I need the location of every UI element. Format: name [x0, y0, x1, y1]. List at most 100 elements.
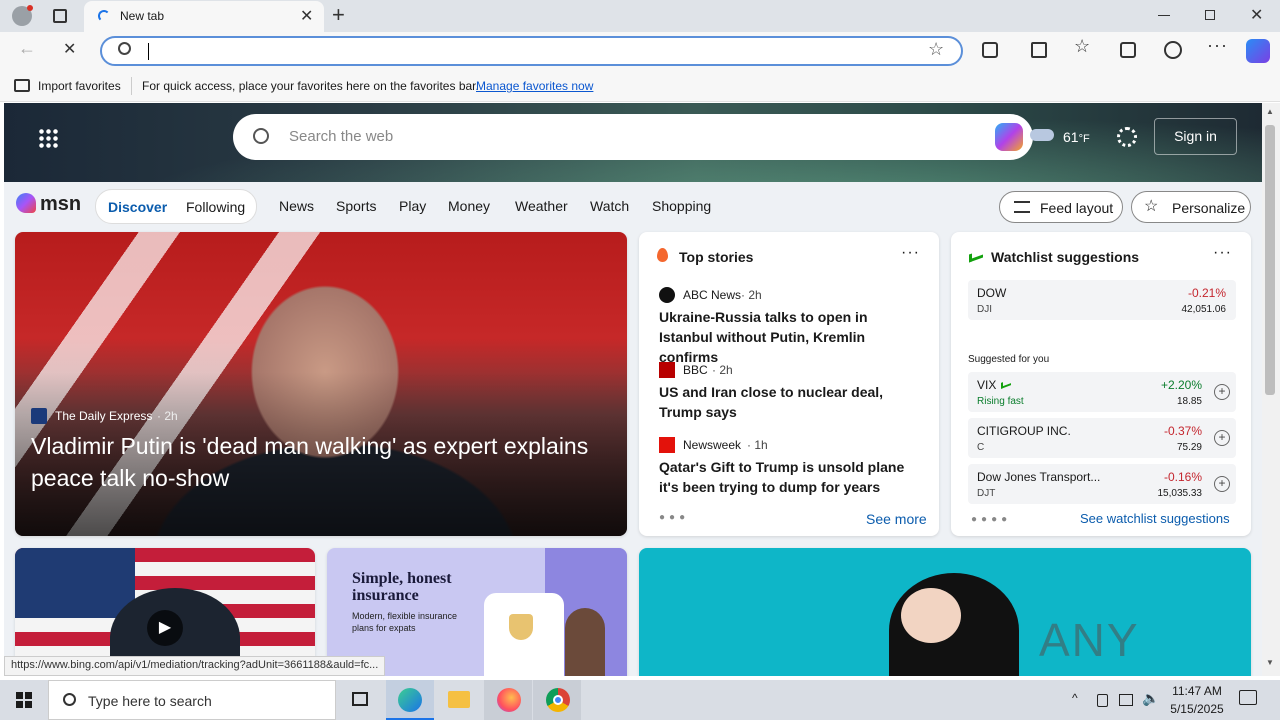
- manage-favorites-link[interactable]: Manage favorites now: [476, 79, 593, 93]
- stock-name: CITIGROUP INC.: [977, 424, 1071, 438]
- scroll-down-icon[interactable]: ▼: [1266, 658, 1274, 667]
- butterfly-icon: [16, 193, 36, 213]
- temperature-value: 61: [1063, 129, 1079, 145]
- stock-symbol: C: [977, 442, 985, 453]
- hero-source: The Daily Express: [55, 409, 153, 423]
- settings-icon[interactable]: [1117, 127, 1137, 147]
- sign-in-button[interactable]: Sign in: [1154, 118, 1237, 155]
- nav-weather[interactable]: Weather: [515, 198, 568, 214]
- add-to-watchlist-icon[interactable]: +: [1214, 384, 1230, 400]
- firefox-icon[interactable]: [484, 680, 532, 720]
- search-icon: [63, 693, 76, 706]
- see-watchlist-link[interactable]: See watchlist suggestions: [1080, 511, 1230, 526]
- tray-chevron-icon[interactable]: ^: [1072, 691, 1078, 705]
- favorites-bar: Import favorites For quick access, place…: [0, 70, 1280, 102]
- tab-new-tab[interactable]: New tab ✕: [84, 1, 324, 32]
- clock-time[interactable]: 11:47 AM: [1171, 684, 1223, 698]
- taskbar-search[interactable]: Type here to search: [48, 680, 336, 720]
- scroll-up-icon[interactable]: ▲: [1266, 107, 1274, 116]
- windows-icon: [16, 692, 32, 708]
- more-options-icon[interactable]: ···: [901, 244, 920, 262]
- profile-icon[interactable]: [12, 5, 33, 26]
- extensions-icon[interactable]: [982, 42, 998, 58]
- carousel-dots[interactable]: ●●●●: [971, 514, 1011, 525]
- stock-row-citigroup[interactable]: CITIGROUP INC. C -0.37% 75.29 +: [968, 418, 1236, 458]
- stock-value: 15,035.33: [1157, 488, 1203, 499]
- carousel-dots[interactable]: ●●●: [659, 512, 689, 523]
- hero-age: · 2h: [157, 409, 178, 423]
- temperature-unit: °F: [1078, 133, 1090, 145]
- story-headline[interactable]: US and Iran close to nuclear deal, Trump…: [659, 382, 921, 422]
- tab-following[interactable]: Following: [186, 199, 245, 215]
- tab-discover[interactable]: Discover: [108, 199, 167, 215]
- taskbar-search-placeholder: Type here to search: [88, 693, 212, 709]
- copilot-icon[interactable]: [1246, 39, 1270, 63]
- close-tab-icon[interactable]: ✕: [300, 6, 313, 26]
- nav-shopping[interactable]: Shopping: [652, 198, 711, 214]
- new-tab-icon[interactable]: +: [332, 2, 345, 28]
- more-icon[interactable]: ···: [1207, 35, 1228, 56]
- volume-icon[interactable]: 🔈: [1142, 690, 1159, 707]
- edge-taskbar-icon[interactable]: [386, 680, 434, 720]
- address-bar[interactable]: ☆: [100, 36, 963, 66]
- stock-row-vix[interactable]: VIX Rising fast +2.20% 18.85 +: [968, 372, 1236, 412]
- tray-device-icon[interactable]: [1097, 694, 1108, 707]
- tab-actions-icon[interactable]: [53, 9, 67, 23]
- person-figure: [565, 608, 605, 676]
- clock-date[interactable]: 5/15/2025: [1166, 702, 1228, 716]
- feed-layout-button[interactable]: Feed layout: [999, 191, 1123, 223]
- temperature[interactable]: 61°F: [1063, 129, 1090, 145]
- msn-logo[interactable]: msn: [16, 191, 86, 219]
- copilot-search-icon[interactable]: [995, 123, 1023, 151]
- task-view-icon[interactable]: [336, 680, 384, 720]
- add-to-watchlist-icon[interactable]: +: [1214, 430, 1230, 446]
- stock-change: -0.21%: [1187, 286, 1226, 300]
- story-headline[interactable]: Qatar's Gift to Trump is unsold plane it…: [659, 457, 921, 497]
- address-input[interactable]: [148, 43, 149, 60]
- favorite-star-icon[interactable]: ☆: [928, 39, 944, 60]
- ad-title: Simple, honest insurance: [352, 570, 452, 604]
- stock-row-dow[interactable]: DOW DJI -0.21% 42,051.06: [968, 280, 1236, 320]
- stop-loading-icon[interactable]: ✕: [63, 39, 76, 59]
- file-explorer-icon[interactable]: [435, 680, 483, 720]
- personalize-button[interactable]: ☆ Personalize: [1131, 191, 1251, 223]
- browser-essentials-icon[interactable]: [1164, 41, 1182, 59]
- nav-money[interactable]: Money: [448, 198, 490, 214]
- illustration-card[interactable]: ANY RUN: [639, 548, 1251, 676]
- stock-name: DOW: [977, 286, 1007, 300]
- play-button[interactable]: ▶: [147, 610, 183, 646]
- close-window-icon[interactable]: ✕: [1250, 5, 1263, 25]
- split-screen-icon[interactable]: [1031, 42, 1047, 58]
- page-scrollbar-track[interactable]: ▲ ▼: [1262, 103, 1280, 676]
- nav-watch[interactable]: Watch: [590, 198, 629, 214]
- notifications-icon[interactable]: [1239, 690, 1257, 705]
- minimize-icon[interactable]: [1158, 15, 1170, 16]
- msn-page: Search the web 61°F Sign in msn Discover…: [4, 103, 1262, 676]
- see-more-link[interactable]: See more: [866, 511, 927, 527]
- chrome-icon[interactable]: [533, 680, 581, 720]
- nav-news[interactable]: News: [279, 198, 314, 214]
- add-to-watchlist-icon[interactable]: +: [1214, 476, 1230, 492]
- nav-sports[interactable]: Sports: [336, 198, 376, 214]
- stock-value: 75.29: [1176, 442, 1202, 453]
- web-search-box[interactable]: Search the web: [233, 114, 1033, 160]
- stock-row-djt[interactable]: Dow Jones Transport... DJT -0.16% 15,035…: [968, 464, 1236, 504]
- story-headline[interactable]: Ukraine-Russia talks to open in Istanbul…: [659, 307, 921, 367]
- scrollbar-thumb[interactable]: [1265, 125, 1275, 395]
- hero-headline[interactable]: Vladimir Putin is 'dead man walking' as …: [31, 430, 591, 494]
- more-options-icon[interactable]: ···: [1213, 244, 1232, 262]
- story-age: · 2h: [741, 288, 762, 302]
- illustration-face: [901, 588, 961, 643]
- back-icon[interactable]: ←: [18, 38, 36, 59]
- favorites-icon[interactable]: ☆: [1074, 36, 1090, 57]
- start-button[interactable]: [0, 680, 48, 720]
- network-icon[interactable]: [1119, 694, 1133, 706]
- search-icon: [118, 42, 131, 55]
- import-favorites-button[interactable]: Import favorites: [38, 79, 121, 93]
- apps-launcher-icon[interactable]: [38, 128, 58, 148]
- search-placeholder: Search the web: [289, 128, 394, 145]
- hero-news-card[interactable]: The Daily Express · 2h Vladimir Putin is…: [15, 232, 627, 536]
- nav-play[interactable]: Play: [399, 198, 426, 214]
- restore-icon[interactable]: [1205, 10, 1215, 20]
- collections-icon[interactable]: [1120, 42, 1136, 58]
